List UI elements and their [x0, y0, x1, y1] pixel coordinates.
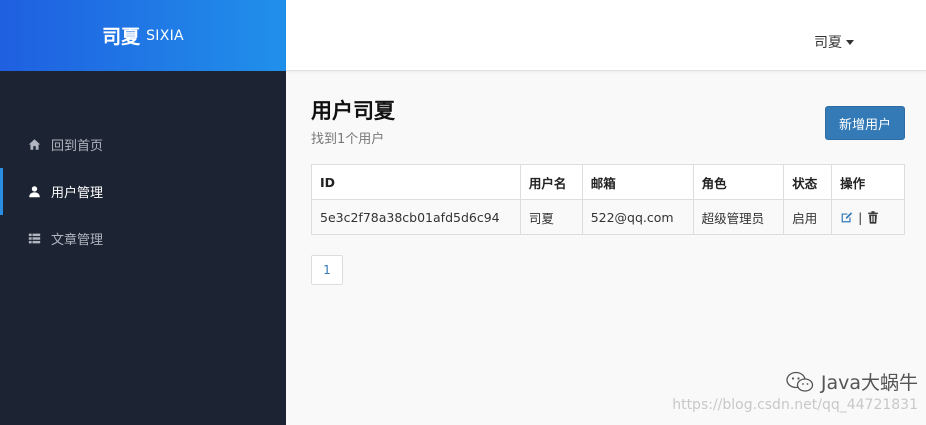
cell-actions: |	[831, 199, 905, 235]
cell-email: 522@qq.com	[581, 199, 694, 235]
watermark-url: https://blog.csdn.net/qq_44721831	[672, 397, 918, 413]
pagination-page[interactable]: 1	[311, 255, 343, 285]
users-table: ID 用户名 邮箱 角色 状态 操作 5e3c2f78a38cb01afd5d6…	[311, 164, 905, 235]
column-header-actions: 操作	[831, 164, 905, 200]
column-header-role: 角色	[692, 164, 785, 200]
sidebar-item-label: 用户管理	[51, 186, 104, 201]
user-icon	[29, 186, 40, 198]
column-header-username: 用户名	[519, 164, 583, 200]
cell-role: 超级管理员	[692, 199, 785, 235]
caret-down-icon	[846, 40, 854, 45]
sidebar-item-home[interactable]: 回到首页	[0, 121, 286, 168]
cell-username: 司夏	[519, 199, 583, 235]
edit-icon[interactable]	[840, 211, 853, 224]
list-icon	[28, 233, 41, 244]
watermark-brand: Java大蜗牛	[672, 368, 918, 395]
page-title: 用户司夏	[311, 99, 395, 123]
cell-status: 启用	[783, 199, 833, 235]
column-header-status: 状态	[783, 164, 833, 200]
home-icon	[28, 139, 41, 150]
sidebar-item-label: 回到首页	[51, 139, 104, 154]
main-content: 用户司夏 找到1个用户 新增用户 ID 用户名 邮箱 角色 状态 操作 5e3c…	[311, 71, 905, 285]
sidebar-item-label: 文章管理	[51, 233, 104, 248]
sidebar-item-articles[interactable]: 文章管理	[0, 215, 286, 262]
trash-icon[interactable]	[867, 210, 879, 224]
brand-logo[interactable]: 司夏 SIXIA	[0, 0, 286, 71]
sidebar: 回到首页 用户管理 文章管理	[0, 71, 286, 425]
sidebar-item-users[interactable]: 用户管理	[0, 168, 286, 215]
watermark-brand-text: Java大蜗牛	[820, 372, 918, 394]
cell-id: 5e3c2f78a38cb01afd5d6c94	[311, 199, 521, 235]
result-count: 找到1个用户	[311, 132, 385, 147]
brand-name-en: SIXIA	[146, 27, 184, 44]
brand-name-cn: 司夏	[102, 26, 141, 48]
column-header-email: 邮箱	[581, 164, 694, 200]
wechat-icon	[786, 371, 814, 392]
add-user-button[interactable]: 新增用户	[824, 106, 905, 140]
table-header-row: ID 用户名 邮箱 角色 状态 操作	[311, 164, 905, 200]
watermark: Java大蜗牛 https://blog.csdn.net/qq_4472183…	[672, 368, 918, 413]
user-dropdown[interactable]: 司夏	[814, 32, 854, 52]
column-header-id: ID	[311, 164, 521, 200]
table-row: 5e3c2f78a38cb01afd5d6c94 司夏 522@qq.com 超…	[311, 199, 905, 235]
user-name: 司夏	[814, 35, 842, 51]
top-navbar: 司夏	[286, 0, 926, 71]
action-separator: |	[858, 209, 863, 225]
